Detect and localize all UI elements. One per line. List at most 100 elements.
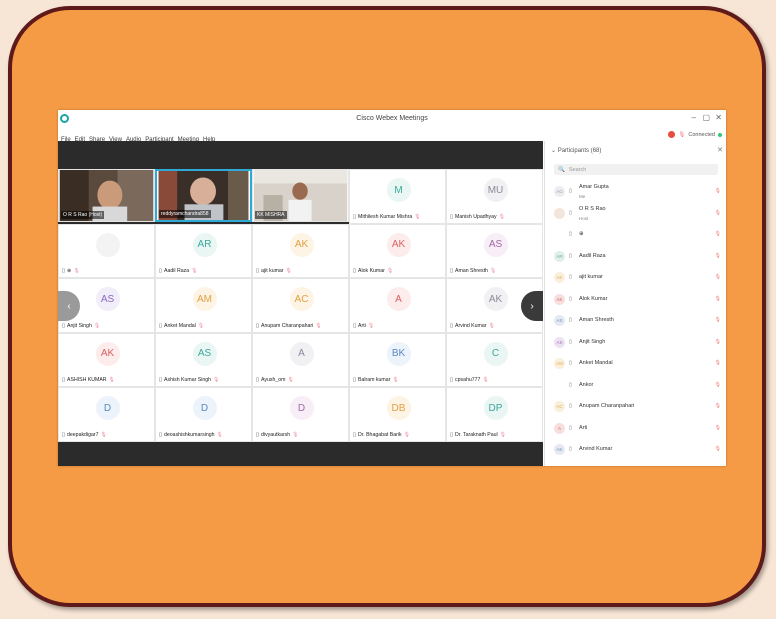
next-page-button[interactable]: › xyxy=(521,291,543,321)
participant-list-item[interactable]: AS ▯ Aman Shresth 🎙 xyxy=(545,310,726,332)
participant-tile[interactable]: AK ▯ ASHISH KUMAR 🎙 xyxy=(58,332,155,387)
participant-tile-label: ▯ divyautkarsh 🎙 xyxy=(256,432,299,438)
participant-list-item[interactable]: A ▯ Arti 🎙 xyxy=(545,418,726,440)
participant-tile[interactable]: DB ▯ Dr. Bhagabat Barik 🎙 xyxy=(349,387,446,442)
participant-search-input[interactable]: 🔍 Search xyxy=(554,164,718,175)
mic-muted-icon[interactable]: 🎙 xyxy=(715,210,721,216)
alert-icon xyxy=(668,131,676,138)
panel-close-button[interactable]: ✕ xyxy=(717,146,723,154)
window-title: Cisco Webex Meetings xyxy=(356,115,428,122)
device-icon: ▯ xyxy=(569,403,572,409)
chevron-right-icon: › xyxy=(530,300,534,312)
participant-tile[interactable]: D ▯ divyautkarsh 🎙 xyxy=(252,387,349,442)
maximize-button[interactable]: ▢ xyxy=(702,113,710,122)
participant-tile[interactable]: AS ▯ Aman Shresth 🎙 xyxy=(446,223,543,278)
minimize-button[interactable]: – xyxy=(692,113,696,122)
participant-tile[interactable]: AS ▯ Ashish Kumar Singh 🎙 xyxy=(155,332,252,387)
participant-tile[interactable]: D ▯ deoashishkumarsingh 🎙 xyxy=(155,387,252,442)
participant-tile[interactable]: AK ▯ Alok Kumar 🎙 xyxy=(349,223,446,278)
device-icon: ▯ xyxy=(569,295,572,302)
mic-muted-icon[interactable]: 🎙 xyxy=(715,425,721,431)
participant-tile[interactable]: AC ▯ Anupam Charanpahari 🎙 xyxy=(252,278,349,333)
search-icon: 🔍 xyxy=(558,166,565,173)
participant-avatar: AM xyxy=(192,287,217,311)
connection-status: 🎙 Connected xyxy=(668,131,722,138)
device-icon: ▯ xyxy=(569,209,572,216)
participant-tile[interactable]: AK ▯ ajit kumar 🎙 xyxy=(252,223,349,278)
participant-list-item[interactable]: AS ▯ Anjit Singh 🎙 xyxy=(545,332,726,354)
participant-avatar: AR xyxy=(192,232,217,257)
mic-muted-icon[interactable]: 🎙 xyxy=(715,382,721,388)
device-icon: ▯ xyxy=(353,322,357,329)
participant-list-item[interactable]: AK ▯ ajit kumar 🎙 xyxy=(545,267,726,289)
participant-list-item[interactable]: AK ▯ Alok Kumar 🎙 xyxy=(545,289,726,311)
participant-tile-label: ▯ Dr. Taraknath Paul 🎙 xyxy=(450,432,506,438)
participant-role: Me xyxy=(579,194,586,199)
participant-tile[interactable]: D ▯ deepakdigar7 🎙 xyxy=(58,387,155,442)
participant-list-avatar: AK xyxy=(554,444,565,455)
participant-tile-name: Ashish Kumar Singh xyxy=(164,377,212,383)
video-tile-kk-mishra[interactable]: KK MISHRA xyxy=(252,169,349,222)
mic-muted-icon[interactable]: 🎙 xyxy=(715,188,721,194)
participant-list-avatar: AM xyxy=(554,358,565,369)
mic-muted-icon[interactable]: 🎙 xyxy=(715,360,721,366)
participant-list-item[interactable]: ▯ ⊕ 🎙 xyxy=(545,224,726,246)
participant-list-item[interactable]: ▯ Ankor 🎙 xyxy=(545,375,726,397)
mic-muted-icon[interactable]: 🎙 xyxy=(715,446,721,452)
participant-tile[interactable]: AR ▯ Aadil Raza 🎙 xyxy=(155,223,252,278)
device-icon: ▯ xyxy=(450,377,454,383)
mic-muted-icon[interactable]: 🎙 xyxy=(715,274,721,280)
participant-list-avatar: AS xyxy=(554,336,565,348)
device-icon: ▯ xyxy=(159,377,163,383)
menu-bar: File Edit Share View Audio Participant Meeting… xyxy=(58,128,726,143)
participant-tile[interactable]: DP ▯ Dr. Taraknath Paul 🎙 xyxy=(446,387,543,442)
mic-muted-icon[interactable]: 🎙 xyxy=(715,403,721,409)
participant-list-name: ⊕ xyxy=(579,231,584,237)
participant-tile[interactable]: MU ▯ Manish Upadhyay 🎙 xyxy=(446,169,543,224)
mic-muted-icon: 🎙 xyxy=(197,322,205,329)
mic-muted-icon[interactable]: 🎙 xyxy=(715,231,721,237)
participant-list-avatar xyxy=(554,379,565,391)
participant-tile[interactable]: ▯ ⊕ 🎙 xyxy=(58,223,155,278)
participant-tile-name: Mithilesh Kumar Mishra xyxy=(358,213,413,220)
participant-tile-label: ▯ Anupam Charanpahari 🎙 xyxy=(256,323,322,329)
participant-tile-name: Dr. Bhagabat Barik xyxy=(358,431,402,438)
mic-muted-icon: 🎙 xyxy=(414,213,421,220)
mic-muted-icon: 🎙 xyxy=(216,431,223,438)
participant-list-item[interactable]: AR ▯ Aadil Raza 🎙 xyxy=(545,246,726,268)
participant-tile-label: ▯ Anjit Singh 🎙 xyxy=(62,323,100,329)
participant-tile[interactable]: A ▯ Arti 🎙 xyxy=(349,278,446,333)
mic-muted-icon[interactable]: 🎙 xyxy=(715,253,721,259)
participant-avatar: BK xyxy=(386,341,411,366)
title-bar: Cisco Webex Meetings – ▢ ✕ xyxy=(58,110,726,129)
participant-avatar: AC xyxy=(289,287,314,311)
device-icon: ▯ xyxy=(450,322,454,329)
participants-header[interactable]: ⌄ Participants (68) xyxy=(551,147,601,154)
participant-tile-name: deepakdigar7 xyxy=(67,431,99,438)
device-icon: ▯ xyxy=(569,231,572,237)
participant-avatar: C xyxy=(483,341,508,366)
participant-list-item[interactable]: AG ▯ Amar Gupta Me 🎙 xyxy=(545,181,726,203)
participant-tile[interactable]: C ▯ cpsahu777 🎙 xyxy=(446,332,543,387)
participant-tile[interactable]: A ▯ Ayush_om 🎙 xyxy=(252,332,349,387)
participant-list-item[interactable]: ▯ O R S Rao Host 🎙 xyxy=(545,203,726,225)
participant-tile-label: ▯ Anket Mandal 🎙 xyxy=(159,323,204,329)
mic-muted-icon[interactable]: 🎙 xyxy=(715,296,721,302)
mic-muted-icon: 🎙 xyxy=(285,268,292,274)
mic-muted-icon: 🎙 xyxy=(392,377,399,383)
mic-muted-icon: 🎙 xyxy=(482,377,489,383)
participant-list-item[interactable]: AK ▯ Arvind Kumar 🎙 xyxy=(545,439,726,461)
participant-tile-label: ▯ Arti 🎙 xyxy=(353,323,374,329)
mic-muted-icon[interactable]: 🎙 xyxy=(715,339,721,345)
participant-list-item[interactable]: AC ▯ Anupam Charanpahari 🎙 xyxy=(545,396,726,418)
participant-tile[interactable]: BK ▯ Balram kumar 🎙 xyxy=(349,332,446,387)
participant-list: AG ▯ Amar Gupta Me 🎙 ▯ O R S Rao Host 🎙 ▯ ⊕ 🎙 AR ▯ Aad… xyxy=(545,181,726,461)
close-button[interactable]: ✕ xyxy=(715,113,722,122)
device-icon: ▯ xyxy=(450,268,454,274)
participant-tile[interactable]: AM ▯ Anket Mandal 🎙 xyxy=(155,278,252,333)
video-tile-active-speaker[interactable]: reddyramchandra858 xyxy=(155,169,252,222)
participant-list-item[interactable]: AM ▯ Anket Mandal 🎙 xyxy=(545,353,726,375)
participant-tile[interactable]: M ▯ Mithilesh Kumar Mishra 🎙 xyxy=(349,169,446,224)
mic-muted-icon[interactable]: 🎙 xyxy=(715,317,721,323)
video-tile-host[interactable]: O R S Rao (Host) xyxy=(58,169,155,222)
